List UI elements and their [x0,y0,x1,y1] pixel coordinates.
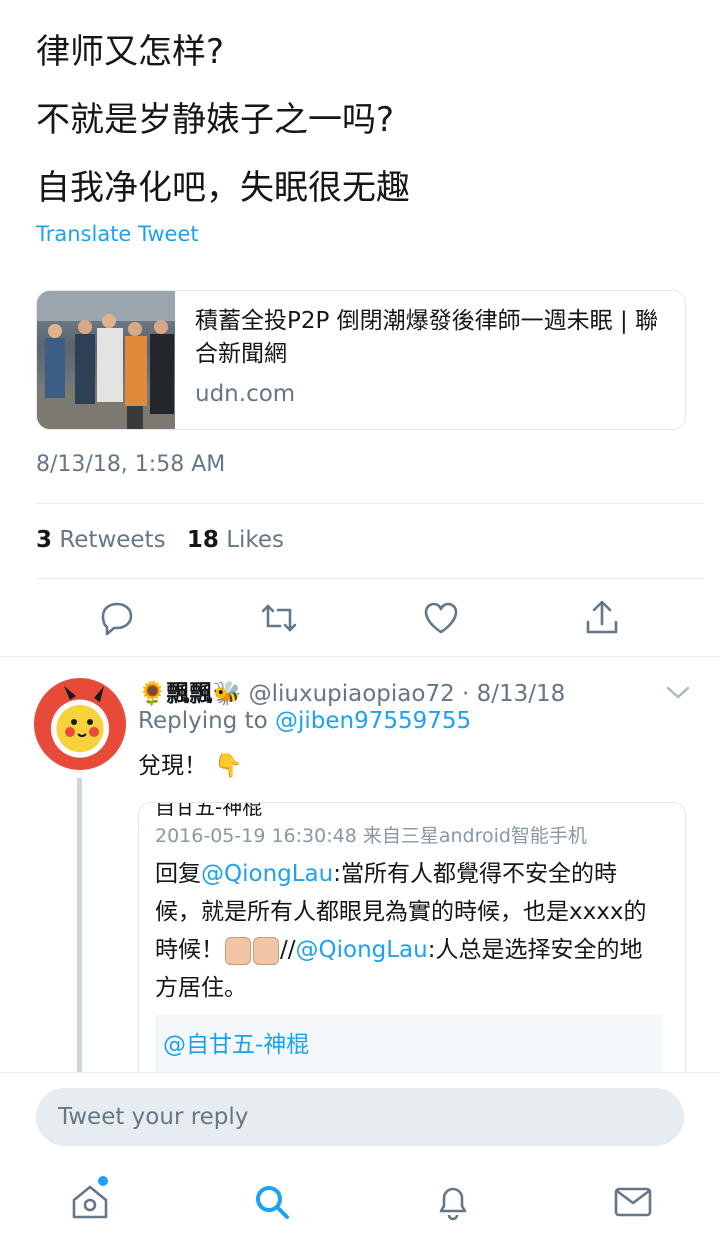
search-icon[interactable] [250,1180,294,1224]
embed-cut-header: 自甘五-神棍 [155,802,263,819]
translate-tweet-link[interactable]: Translate Tweet [36,222,199,246]
reply-icon[interactable] [97,598,137,638]
heart-icon[interactable] [421,598,461,638]
replying-to: Replying to @jiben97559755 [138,708,471,734]
retweet-count: 3 [36,527,53,553]
card-body: 積蓄全投P2P 倒閉潮爆發後律師一週未眠 | 聯合新聞網 udn.com [175,291,685,429]
tweet-actions [0,592,720,646]
embed-body: 回复@QiongLau:當所有人都覺得不安全的時候，就是所有人都眼見為實的時候，… [155,855,655,1007]
divider [36,578,704,579]
messages-icon[interactable] [611,1180,655,1224]
embed-quote-mention: @自甘五-神棍 [163,1032,310,1058]
notifications-icon[interactable] [431,1180,475,1224]
card-thumbnail-image [37,291,175,429]
reply-text: 兌現！ 👇 [138,753,243,779]
reply-header: 🌻飄飄🐝 @liuxupiaopiao72 · 8/13/18 [138,674,565,708]
like-label: Likes [226,527,285,553]
embedded-screenshot[interactable]: 自甘五-神棍 2016-05-19 16:30:48 来自三星android智能… [138,802,686,1092]
tweet-stats[interactable]: 3 Retweets 18 Likes [36,527,284,553]
emoji-icon [225,936,251,965]
tweet-timestamp: 8/13/18, 1:58 AM [36,452,226,477]
retweet-label: Retweets [59,527,166,553]
tweet-text: 律师又怎样? 不就是岁静婊子之一吗? 自我净化吧，失眠很无趣 [36,18,696,222]
reply-handle[interactable]: @liuxupiaopiao72 [249,681,455,707]
thread-line [77,778,82,1078]
share-icon[interactable] [582,598,622,638]
embed-text: // [280,937,296,963]
like-count: 18 [186,527,219,553]
tab-bar [0,1170,720,1236]
replying-to-handle[interactable]: @jiben97559755 [275,708,471,734]
emoji-icon [253,936,279,965]
reply-input[interactable]: Tweet your reply [36,1088,684,1146]
home-icon[interactable] [68,1180,112,1224]
reply-date: · 8/13/18 [462,681,566,707]
retweet-icon[interactable] [259,598,299,638]
new-content-dot [98,1176,108,1186]
tweet-line-2: 不就是岁静婊子之一吗? [36,100,395,140]
tweet-detail-screen: 律师又怎样? 不就是岁静婊子之一吗? 自我净化吧，失眠很无趣 Translate… [0,0,720,1242]
card-domain: udn.com [195,381,296,407]
embed-meta: 2016-05-19 16:30:48 来自三星android智能手机 [155,825,587,847]
reply-tweet[interactable]: 🌻飄飄🐝 @liuxupiaopiao72 · 8/13/18 Replying… [0,656,720,1092]
card-title: 積蓄全投P2P 倒閉潮爆發後律師一週未眠 | 聯合新聞網 [195,308,659,367]
embed-text: 回复 [155,861,201,887]
tweet-line-1: 律师又怎样? [36,32,225,72]
avatar[interactable] [34,678,126,770]
chevron-down-icon[interactable] [664,682,692,706]
reply-display-name[interactable]: 🌻飄飄🐝 [138,681,241,707]
divider [36,503,704,504]
replying-prefix: Replying to [138,708,268,734]
embed-mention: @QiongLau [201,861,334,887]
link-card[interactable]: 積蓄全投P2P 倒閉潮爆發後律師一週未眠 | 聯合新聞網 udn.com [36,290,686,430]
embed-mention: @QiongLau [295,937,428,963]
tweet-line-3: 自我净化吧，失眠很无趣 [36,168,410,208]
